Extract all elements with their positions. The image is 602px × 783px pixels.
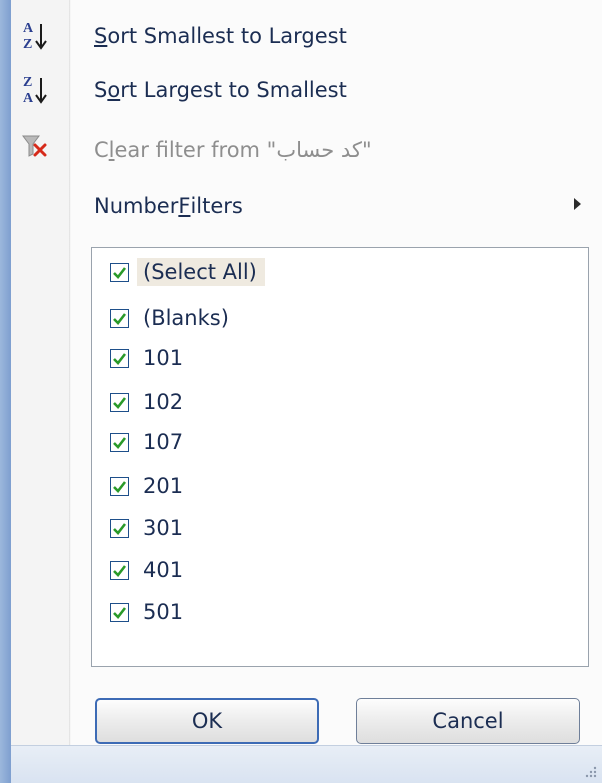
check-icon (113, 312, 127, 325)
sort-largest-to-smallest[interactable]: So rt Largest to Smallest (94, 70, 347, 110)
list-item-label: 101 (143, 346, 184, 370)
sort-desc-prefix: S (94, 78, 108, 102)
list-item-label: 301 (143, 516, 184, 540)
list-item[interactable]: 401 (110, 552, 187, 588)
resize-strip (11, 745, 602, 783)
checkbox[interactable] (110, 518, 129, 538)
filter-values-list[interactable]: (Select All) (Blanks) 101 102 107 201 30… (91, 247, 589, 667)
clear-filter-icon (18, 128, 52, 164)
list-item-label: 201 (143, 474, 184, 498)
list-item[interactable]: 301 (110, 510, 187, 546)
list-item[interactable]: 102 (110, 384, 187, 420)
svg-text:A: A (23, 91, 34, 106)
svg-text:Z: Z (23, 75, 32, 90)
list-item-select-all[interactable]: (Select All) (110, 254, 265, 290)
list-item-label: (Select All) (137, 258, 265, 286)
checkbox[interactable] (110, 348, 129, 368)
sort-descending-icon: Z A (18, 72, 52, 108)
check-icon (113, 266, 127, 279)
list-item[interactable]: 201 (110, 468, 187, 504)
list-item-label: 401 (143, 558, 184, 582)
number-filters-label: ilters (190, 194, 243, 218)
check-icon (113, 396, 127, 409)
sort-ascending-icon: A Z (18, 18, 52, 54)
submenu-arrow-icon (574, 198, 581, 210)
clear-filter-prefix: C (94, 138, 109, 162)
menu-icon-gutter (11, 0, 69, 745)
checkbox[interactable] (110, 560, 129, 580)
checkbox[interactable] (110, 476, 129, 496)
checkbox[interactable] (110, 392, 129, 412)
check-icon (113, 480, 127, 493)
checkbox[interactable] (110, 308, 129, 328)
list-item-label: (Blanks) (143, 306, 229, 330)
list-item-blanks[interactable]: (Blanks) (110, 300, 233, 336)
list-item[interactable]: 107 (110, 424, 187, 460)
sort-smallest-to-largest[interactable]: Sort Smallest to Largest (94, 16, 347, 56)
number-filters-item[interactable]: Number Filters (94, 186, 243, 226)
checkbox[interactable] (110, 602, 129, 622)
cancel-button[interactable]: Cancel (356, 698, 580, 744)
sort-asc-hotkey: S (94, 24, 108, 48)
check-icon (113, 436, 127, 449)
checkbox[interactable] (110, 262, 129, 282)
sort-desc-label: rt Largest to Smallest (120, 78, 347, 102)
ok-button[interactable]: OK (95, 698, 319, 744)
check-icon (113, 606, 127, 619)
check-icon (113, 352, 127, 365)
clear-filter-item[interactable]: Cl ear filter from "کد حساب" (94, 130, 372, 170)
list-item-label: 107 (143, 430, 184, 454)
svg-text:Z: Z (23, 37, 32, 52)
sort-asc-label: ort Smallest to Largest (107, 24, 347, 48)
number-filters-prefix: Number (94, 194, 179, 218)
svg-text:A: A (23, 21, 34, 36)
clear-filter-label: ear filter from "کد حساب" (114, 138, 372, 162)
list-item-label: 102 (143, 390, 184, 414)
resize-grip-icon[interactable] (584, 765, 598, 779)
list-item[interactable]: 501 (110, 594, 187, 630)
window-frame-left (0, 0, 11, 783)
check-icon (113, 522, 127, 535)
list-item-label: 501 (143, 600, 184, 624)
list-item[interactable]: 101 (110, 340, 187, 376)
sort-desc-hotkey: o (107, 78, 121, 102)
checkbox[interactable] (110, 432, 129, 452)
number-filters-hotkey: F (178, 194, 191, 218)
check-icon (113, 564, 127, 577)
